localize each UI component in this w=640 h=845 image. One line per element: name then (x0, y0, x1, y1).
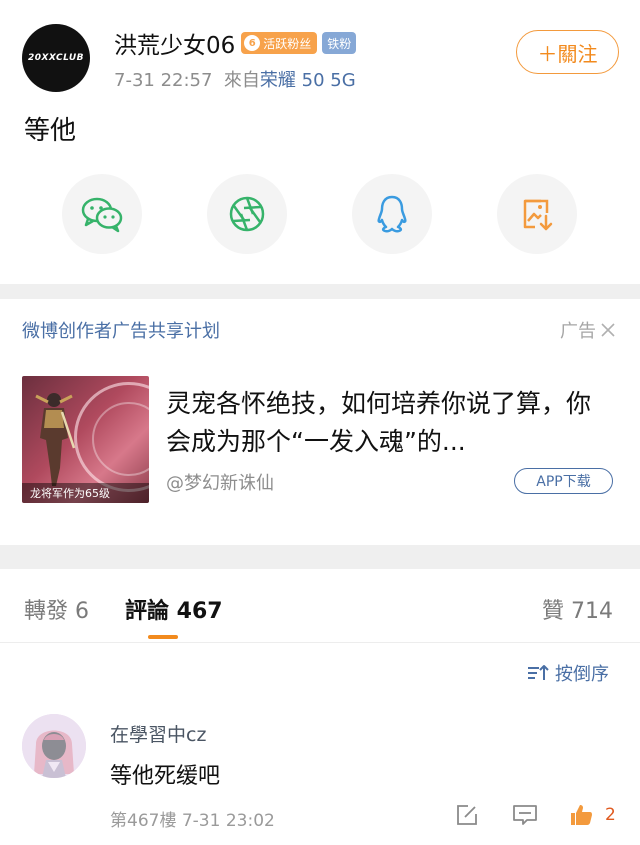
post-text: 等他 (24, 116, 77, 146)
fan-badge-label: 活跃粉丝 (263, 36, 312, 51)
comment-meta: 第467樓 7-31 23:02 (110, 806, 275, 831)
tab-likes[interactable]: 贊 714 (542, 593, 613, 625)
interaction-tabs: 轉發 6 評論 467 贊 714 (0, 569, 640, 643)
like-count: 2 (605, 805, 616, 825)
save-image-icon (523, 199, 553, 231)
app-download-button[interactable]: APP下载 (514, 468, 613, 494)
comment-floor: 第467樓 (110, 811, 177, 831)
ad-thumbnail[interactable]: 龙将军作为65级 (22, 376, 149, 503)
sort-toggle[interactable]: 按倒序 (527, 660, 609, 686)
qq-icon (377, 195, 407, 233)
section-divider (0, 545, 640, 569)
thumb-caption: 龙将军作为65级 (22, 483, 149, 503)
fan-badge[interactable]: 6 活跃粉丝 (241, 32, 318, 54)
post-card: 20XXCLUB 洪荒少女06 6 活跃粉丝 铁粉 7-31 22:57 來自荣… (0, 0, 640, 284)
comment-icon (513, 805, 537, 825)
ad-card[interactable]: 微博创作者广告共享计划 广告 龙将军作为65级 灵宠各怀绝技，如何培养你说了算，… (0, 299, 640, 545)
moments-icon (229, 196, 265, 232)
follow-button[interactable]: ＋關注 (516, 30, 619, 74)
source-prefix: 來自 (223, 70, 260, 91)
comment-text: 等他死缓吧 (110, 764, 221, 789)
fan-level: 6 (244, 35, 261, 51)
edit-share-icon (457, 805, 477, 825)
share-wechat-button[interactable] (62, 174, 142, 254)
ad-program-label[interactable]: 微博创作者广告共享计划 (22, 317, 220, 343)
like-button[interactable] (568, 802, 594, 828)
anime-avatar-icon (22, 714, 86, 778)
post-timestamp: 7-31 22:57 (114, 70, 213, 91)
ad-tag-label: 广告 (560, 321, 596, 342)
save-image-button[interactable] (497, 174, 577, 254)
tab-comments[interactable]: 評論 467 (125, 593, 223, 625)
username[interactable]: 洪荒少女06 (114, 26, 235, 60)
iron-fan-badge[interactable]: 铁粉 (322, 32, 357, 54)
user-line: 洪荒少女06 6 活跃粉丝 铁粉 (114, 26, 357, 60)
warrior-figure-icon (35, 393, 76, 486)
comment-time: 7-31 23:02 (181, 811, 275, 831)
commenter-avatar[interactable] (22, 714, 86, 778)
active-tab-indicator (148, 635, 178, 639)
ad-tag[interactable]: 广告 (560, 317, 616, 343)
commenter-name[interactable]: 在學習中cz (110, 720, 206, 747)
post-meta: 7-31 22:57 來自荣耀 50 5G (114, 66, 356, 92)
close-icon[interactable] (600, 322, 616, 338)
tab-repost[interactable]: 轉發 6 (24, 593, 89, 625)
share-row (0, 174, 640, 254)
repost-comment-button[interactable] (454, 802, 480, 828)
device-name[interactable]: 荣耀 50 5G (260, 70, 356, 91)
user-avatar[interactable]: 20XXCLUB (22, 24, 90, 92)
ad-source[interactable]: @梦幻新诛仙 (166, 469, 274, 495)
avatar-logo-text: 20XXCLUB (27, 53, 85, 63)
wechat-icon (81, 197, 123, 233)
ad-title[interactable]: 灵宠各怀绝技，如何培养你说了算，你会成为那个“一发入魂”的... (166, 385, 606, 461)
thumbs-up-icon (571, 805, 592, 825)
share-qq-button[interactable] (352, 174, 432, 254)
section-divider (0, 284, 640, 299)
sort-label: 按倒序 (555, 664, 609, 685)
reply-button[interactable] (512, 802, 538, 828)
share-moments-button[interactable] (207, 174, 287, 254)
sort-icon (528, 665, 549, 680)
